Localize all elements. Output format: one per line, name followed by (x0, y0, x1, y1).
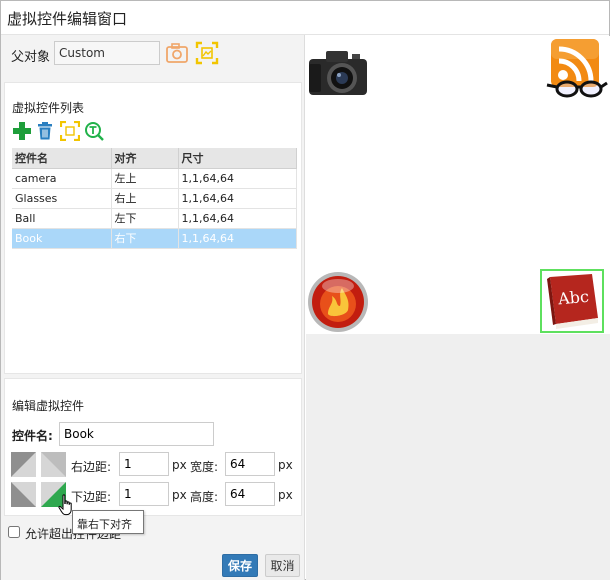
cell-align: 左上 (111, 168, 179, 189)
virtual-control-list-panel: 虚拟控件列表 控件名 对齐 尺寸 camera 左上 1,1,64,64 Gla… (4, 82, 302, 374)
edit-control-panel: 编辑虚拟控件 控件名: 右边距: px 宽度: px (4, 378, 302, 516)
add-icon[interactable] (12, 121, 32, 141)
image-select-icon[interactable] (195, 41, 219, 65)
list-toolbar (12, 120, 132, 143)
cell-name: Ball (12, 208, 112, 229)
edit-heading: 编辑虚拟控件 (12, 399, 85, 413)
right-margin-unit: px (172, 458, 187, 472)
cell-name: Book (12, 228, 112, 249)
list-heading: 虚拟控件列表 (12, 101, 85, 115)
cell-size: 1,1,64,64 (178, 188, 297, 209)
save-button[interactable]: 保存 (222, 554, 258, 577)
editor-window: 虚拟控件编辑窗口 父对象 虚拟控件列表 (0, 0, 610, 580)
bottom-margin-input[interactable] (119, 482, 169, 506)
parent-object-label: 父对象 (11, 50, 51, 65)
cell-align: 左下 (111, 208, 179, 229)
title-bar: 虚拟控件编辑窗口 (1, 1, 609, 35)
control-name-label: 控件名: (12, 429, 53, 443)
table-row-selected[interactable]: Book 右下 1,1,64,64 (12, 228, 297, 249)
allow-overflow-checkbox[interactable] (8, 526, 20, 538)
parent-object-row: 父对象 (11, 41, 301, 67)
height-label: 高度: (190, 490, 219, 504)
cell-align: 右上 (111, 188, 179, 209)
table-row[interactable]: camera 左上 1,1,64,64 (12, 168, 297, 189)
book-control-icon[interactable]: Abc (540, 269, 604, 333)
height-input[interactable] (225, 482, 275, 506)
camera-capture-icon[interactable] (165, 41, 189, 65)
width-unit: px (278, 458, 293, 472)
align-tooltip: 靠右下对齐 (72, 510, 144, 534)
ball-control-icon[interactable] (306, 270, 370, 334)
cell-size: 1,1,64,64 (178, 168, 297, 189)
column-header-name[interactable]: 控件名 (12, 148, 112, 169)
right-margin-input[interactable] (119, 452, 169, 476)
rss-glasses-control-icon[interactable] (545, 37, 609, 101)
parent-object-input[interactable] (54, 41, 160, 65)
preview-empty-area (306, 334, 610, 580)
cell-size: 1,1,64,64 (178, 228, 297, 249)
column-header-size[interactable]: 尺寸 (178, 148, 297, 169)
text-search-icon[interactable] (84, 121, 104, 141)
preview-canvas[interactable]: Abc (306, 36, 610, 334)
image-frame-icon[interactable] (59, 120, 81, 142)
width-label: 宽度: (190, 460, 219, 474)
table-header-row: 控件名 对齐 尺寸 (12, 148, 297, 169)
table-row[interactable]: Ball 左下 1,1,64,64 (12, 208, 297, 229)
cell-align: 右下 (111, 228, 179, 249)
window-title: 虚拟控件编辑窗口 (7, 10, 128, 28)
bottom-margin-unit: px (172, 488, 187, 502)
column-header-align[interactable]: 对齐 (111, 148, 179, 169)
cell-size: 1,1,64,64 (178, 208, 297, 229)
cancel-button[interactable]: 取消 (265, 554, 300, 577)
left-panel: 父对象 虚拟控件列表 (1, 35, 305, 580)
bottom-margin-label: 下边距: (71, 490, 112, 504)
camera-control-icon[interactable] (306, 42, 370, 106)
table-row[interactable]: Glasses 右上 1,1,64,64 (12, 188, 297, 209)
right-margin-label: 右边距: (71, 460, 112, 474)
align-top-right-button[interactable] (41, 452, 66, 477)
height-unit: px (278, 488, 293, 502)
control-name-input[interactable] (59, 422, 214, 446)
width-input[interactable] (225, 452, 275, 476)
align-bottom-left-button[interactable] (11, 482, 36, 507)
hand-cursor-icon (58, 494, 74, 516)
book-title-text: Abc (556, 287, 589, 309)
cell-name: camera (12, 168, 112, 189)
align-top-left-button[interactable] (11, 452, 36, 477)
virtual-control-table: 控件名 对齐 尺寸 camera 左上 1,1,64,64 Glasses 右上… (12, 148, 297, 249)
cell-name: Glasses (12, 188, 112, 209)
trash-icon[interactable] (35, 121, 55, 141)
